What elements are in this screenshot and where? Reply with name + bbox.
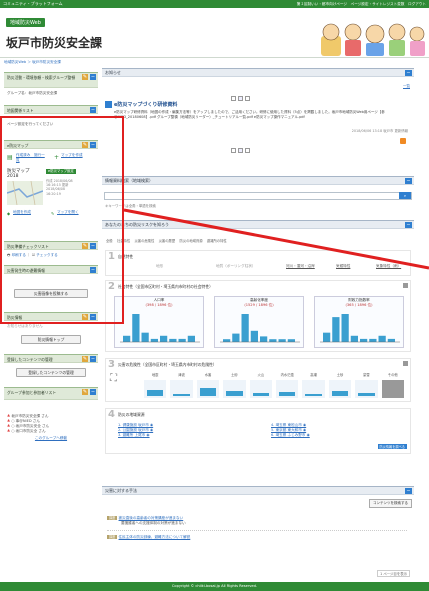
highlight-arrow	[123, 208, 429, 270]
